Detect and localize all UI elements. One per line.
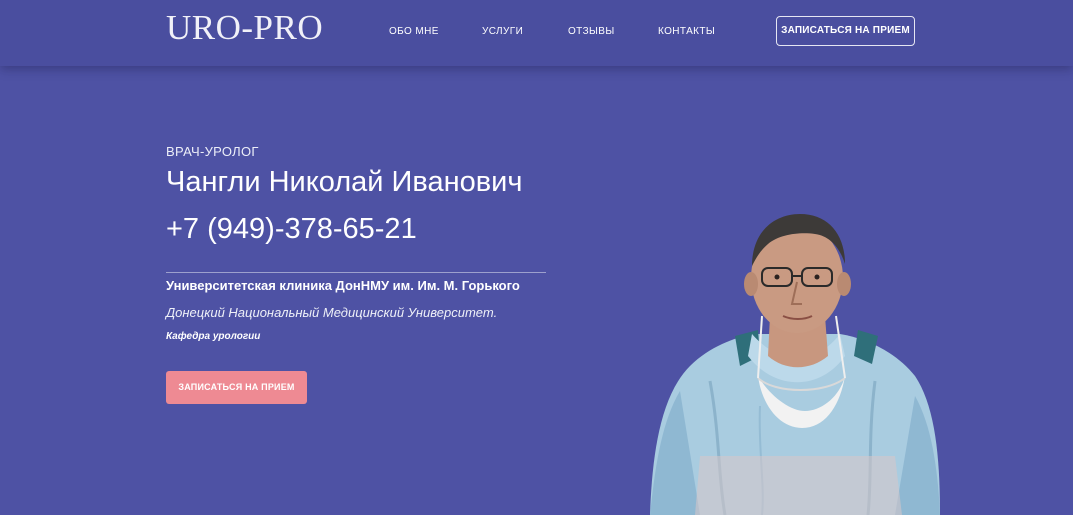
nav-contacts[interactable]: КОНТАКТЫ bbox=[658, 26, 715, 37]
university-name: Донецкий Национальный Медицинский Универ… bbox=[166, 305, 498, 320]
doctor-name: Чангли Николай Иванович bbox=[166, 166, 523, 198]
specialty-subtitle: ВРАЧ-УРОЛОГ bbox=[166, 144, 259, 159]
site-logo[interactable]: URO-PRO bbox=[166, 8, 323, 48]
clinic-name: Университетская клиника ДонНМУ им. Им. М… bbox=[166, 278, 520, 293]
divider bbox=[166, 272, 546, 273]
appointment-button[interactable]: ЗАПИСАТЬСЯ НА ПРИЕМ bbox=[166, 371, 307, 404]
nav-services[interactable]: УСЛУГИ bbox=[482, 26, 523, 37]
phone-number[interactable]: +7 (949)-378-65-21 bbox=[166, 213, 417, 246]
nav-about[interactable]: ОБО МНЕ bbox=[389, 26, 439, 37]
doctor-photo bbox=[650, 214, 940, 515]
hero-section: ВРАЧ-УРОЛОГ Чангли Николай Иванович +7 (… bbox=[0, 66, 1073, 515]
nav-reviews[interactable]: ОТЗЫВЫ bbox=[568, 26, 615, 37]
site-header: URO-PRO ОБО МНЕ УСЛУГИ ОТЗЫВЫ КОНТАКТЫ З… bbox=[0, 0, 1073, 66]
header-appointment-button[interactable]: ЗАПИСАТЬСЯ НА ПРИЕМ bbox=[776, 16, 915, 46]
department-name: Кафедра урологии bbox=[166, 331, 261, 342]
